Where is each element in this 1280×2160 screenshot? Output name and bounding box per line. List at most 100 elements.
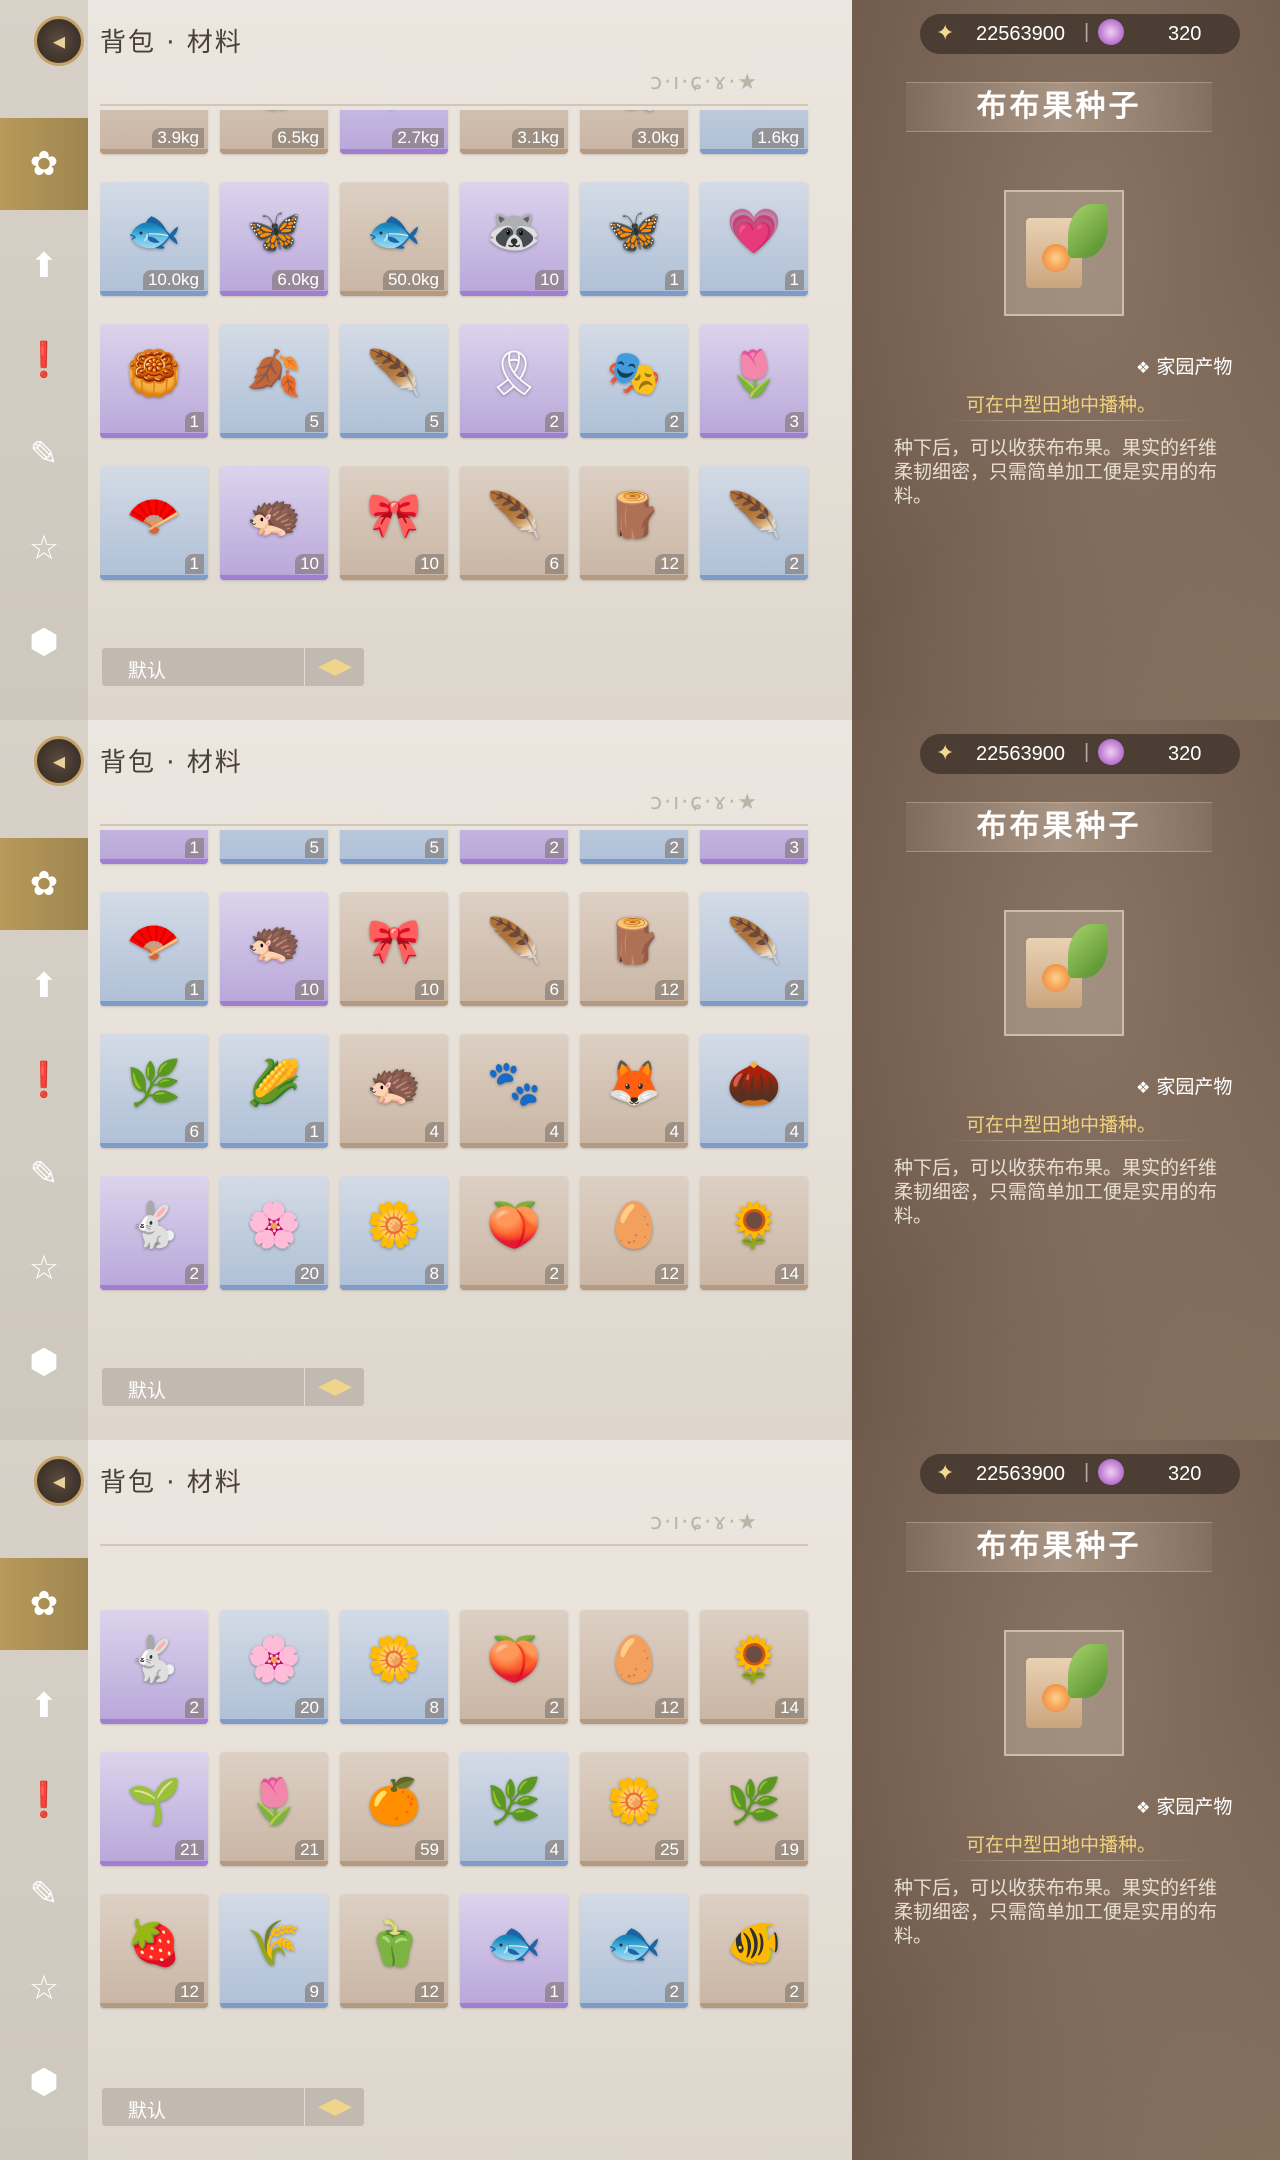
item-slot[interactable]: 🪵 12 <box>580 466 688 580</box>
item-slot[interactable]: 🐟1.6kg <box>700 110 808 154</box>
nav-quest-tab[interactable]: ❗ <box>0 1754 88 1846</box>
item-slot[interactable]: 🐡2.7kg <box>340 110 448 154</box>
item-slot[interactable]: 🦋 1 <box>580 182 688 296</box>
item-slot[interactable]: 🫑 12 <box>340 1894 448 2008</box>
rarity-bar <box>100 433 208 438</box>
item-slot[interactable]: 🦔 10 <box>220 892 328 1006</box>
item-slot[interactable]: 🌽 1 <box>220 1034 328 1148</box>
item-slot[interactable]: 🐟3.9kg <box>100 110 208 154</box>
nav-upgrade-tab[interactable]: ⬆ <box>0 940 88 1032</box>
item-slot[interactable]: 🐟 1 <box>460 1894 568 2008</box>
item-slot[interactable]: 🐟 50.0kg <box>340 182 448 296</box>
item-slot[interactable]: 🎗2 <box>460 830 568 864</box>
plant-hint: 可在中型田地中播种。 <box>966 1114 1157 1136</box>
nav-box-tab[interactable]: ⬢ <box>0 596 88 688</box>
item-slot[interactable]: 🐾 4 <box>460 1034 568 1148</box>
item-slot[interactable]: 🌷 21 <box>220 1752 328 1866</box>
item-slot[interactable]: 🐟 2 <box>580 1894 688 2008</box>
item-slot[interactable]: 🪭 1 <box>100 466 208 580</box>
item-slot[interactable]: 🪶 6 <box>460 466 568 580</box>
item-slot[interactable]: 🌾 9 <box>220 1894 328 2008</box>
item-slot[interactable]: 🍂5 <box>220 830 328 864</box>
item-slot[interactable]: 🌿 6 <box>100 1034 208 1148</box>
item-count: 9 <box>304 1982 324 2002</box>
nav-upgrade-tab[interactable]: ⬆ <box>0 1660 88 1752</box>
item-slot[interactable]: 🍑 2 <box>460 1610 568 1724</box>
item-slot[interactable]: 🦊 4 <box>580 1034 688 1148</box>
sort-toggle-icon[interactable]: ◀▶ <box>304 2088 365 2126</box>
nav-feather-tab[interactable]: ✎ <box>0 408 88 500</box>
nav-star-tab[interactable]: ☆ <box>0 1942 88 2034</box>
nav-upgrade-tab[interactable]: ⬆ <box>0 220 88 312</box>
nav-quest-tab[interactable]: ❗ <box>0 314 88 406</box>
item-slot[interactable]: 🪶 2 <box>700 892 808 1006</box>
item-slot[interactable]: 🌷3 <box>700 830 808 864</box>
sort-toggle-icon[interactable]: ◀▶ <box>304 1368 365 1406</box>
item-slot[interactable]: 🪶 2 <box>700 466 808 580</box>
item-count: 2 <box>544 1264 564 1284</box>
item-slot[interactable]: 🪭 1 <box>100 892 208 1006</box>
item-slot[interactable]: 🎭2 <box>580 324 688 438</box>
back-button[interactable]: ◂ <box>34 736 84 786</box>
nav-feather-tab[interactable]: ✎ <box>0 1848 88 1940</box>
sort-dropdown[interactable]: 默认 ◀▶ <box>102 648 364 686</box>
item-slot[interactable]: 🍓 12 <box>100 1894 208 2008</box>
nav-fish-tab[interactable]: ✿ <box>0 118 88 210</box>
item-slot[interactable]: 🌼 8 <box>340 1176 448 1290</box>
item-slot[interactable]: 🦋 6.0kg <box>220 182 328 296</box>
item-slot[interactable]: 🐠 2 <box>700 1894 808 2008</box>
nav-box-tab[interactable]: ⬢ <box>0 1316 88 1408</box>
item-slot[interactable]: 🌸 20 <box>220 1176 328 1290</box>
rarity-bar <box>100 2003 208 2008</box>
item-slot[interactable]: 💗 1 <box>700 182 808 296</box>
item-slot[interactable]: 🌻 14 <box>700 1176 808 1290</box>
item-slot[interactable]: 🐟 10.0kg <box>100 182 208 296</box>
item-slot[interactable]: 🪶 6 <box>460 892 568 1006</box>
item-slot[interactable]: 🌻 14 <box>700 1610 808 1724</box>
item-slot[interactable]: 🌱 21 <box>100 1752 208 1866</box>
item-slot[interactable]: 🍂5 <box>220 324 328 438</box>
item-slot[interactable]: 🌸 20 <box>220 1610 328 1724</box>
item-slot[interactable]: 🐇 2 <box>100 1176 208 1290</box>
item-slot[interactable]: 🌼 25 <box>580 1752 688 1866</box>
item-slot[interactable]: 🎭2 <box>580 830 688 864</box>
item-slot[interactable]: 🎀 10 <box>340 892 448 1006</box>
nav-box-tab[interactable]: ⬢ <box>0 2036 88 2128</box>
item-slot[interactable]: 🥚 12 <box>580 1610 688 1724</box>
item-slot[interactable]: 🍊 59 <box>340 1752 448 1866</box>
sort-toggle-icon[interactable]: ◀▶ <box>304 648 365 686</box>
item-slot[interactable]: 🪶5 <box>340 324 448 438</box>
item-slot[interactable]: 🥮1 <box>100 830 208 864</box>
item-slot[interactable]: 🪶5 <box>340 830 448 864</box>
item-slot[interactable]: 🐠6.5kg <box>220 110 328 154</box>
item-slot[interactable]: 🐇 2 <box>100 1610 208 1724</box>
item-slot[interactable]: 🥮1 <box>100 324 208 438</box>
item-slot[interactable]: 🎗2 <box>460 324 568 438</box>
item-slot[interactable]: 🐟3.1kg <box>460 110 568 154</box>
item-slot[interactable]: 🌼 8 <box>340 1610 448 1724</box>
back-button[interactable]: ◂ <box>34 16 84 66</box>
item-slot[interactable]: 🦔 10 <box>220 466 328 580</box>
nav-star-tab[interactable]: ☆ <box>0 1222 88 1314</box>
item-slot[interactable]: 🌿 19 <box>700 1752 808 1866</box>
item-slot[interactable]: 🎀 10 <box>340 466 448 580</box>
nav-feather-tab[interactable]: ✎ <box>0 1128 88 1220</box>
item-slot[interactable]: 🦔 4 <box>340 1034 448 1148</box>
sort-dropdown[interactable]: 默认 ◀▶ <box>102 2088 364 2126</box>
item-slot[interactable]: 🦝 10 <box>460 182 568 296</box>
item-slot[interactable]: 🌿 4 <box>460 1752 568 1866</box>
item-slot[interactable]: 🥚 12 <box>580 1176 688 1290</box>
sort-dropdown[interactable]: 默认 ◀▶ <box>102 1368 364 1406</box>
item-icon: 🐇 <box>126 1634 182 1685</box>
item-slot[interactable]: 🍑 2 <box>460 1176 568 1290</box>
nav-fish-tab[interactable]: ✿ <box>0 1558 88 1650</box>
nav-star-tab[interactable]: ☆ <box>0 502 88 594</box>
nav-fish-tab[interactable]: ✿ <box>0 838 88 930</box>
item-slot[interactable]: 🌷3 <box>700 324 808 438</box>
page-title: 背包 · 材料 <box>100 1468 243 1498</box>
nav-quest-tab[interactable]: ❗ <box>0 1034 88 1126</box>
item-slot[interactable]: 🌰 4 <box>700 1034 808 1148</box>
back-button[interactable]: ◂ <box>34 1456 84 1506</box>
item-slot[interactable]: 🐚3.0kg <box>580 110 688 154</box>
item-slot[interactable]: 🪵 12 <box>580 892 688 1006</box>
